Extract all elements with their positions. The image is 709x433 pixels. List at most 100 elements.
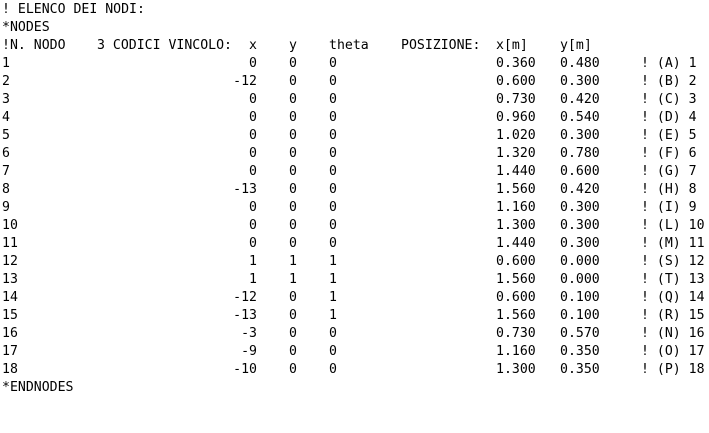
- node-number: 13: [2, 272, 18, 287]
- node-number: 1: [2, 56, 10, 71]
- node-comment: ! (D) 4: [641, 110, 697, 125]
- pos-y: 0.300: [560, 236, 600, 251]
- code-theta: 0: [329, 146, 337, 161]
- code-x: -13: [233, 182, 257, 197]
- col-ym-header: y[m]: [560, 38, 592, 53]
- pos-x: 0.600: [496, 254, 536, 269]
- pos-y: 0.300: [560, 74, 600, 89]
- node-row: 16 -3 0 0 0.730 0.570 ! (N) 16: [0, 325, 709, 343]
- pos-y: 0.300: [560, 218, 600, 233]
- node-number: 15: [2, 308, 18, 323]
- code-theta: 1: [329, 290, 337, 305]
- node-number: 4: [2, 110, 10, 125]
- code-theta: 0: [329, 74, 337, 89]
- node-number: 6: [2, 146, 10, 161]
- node-comment: ! (B) 2: [641, 74, 697, 89]
- node-row: 12 1 1 1 0.600 0.000 ! (S) 12: [0, 253, 709, 271]
- node-row: 17 -9 0 0 1.160 0.350 ! (O) 17: [0, 343, 709, 361]
- code-y: 0: [289, 182, 297, 197]
- node-row: 8 -13 0 0 1.560 0.420 ! (H) 8: [0, 181, 709, 199]
- pos-y: 0.420: [560, 182, 600, 197]
- pos-x: 0.730: [496, 326, 536, 341]
- code-theta: 1: [329, 272, 337, 287]
- node-comment: ! (T) 13: [641, 272, 705, 287]
- code-x: -12: [233, 290, 257, 305]
- node-comment: ! (R) 15: [641, 308, 705, 323]
- pos-x: 1.320: [496, 146, 536, 161]
- node-number: 2: [2, 74, 10, 89]
- node-row: 9 0 0 0 1.160 0.300 ! (I) 9: [0, 199, 709, 217]
- pos-y: 0.300: [560, 200, 600, 215]
- code-theta: 0: [329, 92, 337, 107]
- node-number: 8: [2, 182, 10, 197]
- code-y: 0: [289, 218, 297, 233]
- node-number: 9: [2, 200, 10, 215]
- col-theta-header: theta: [329, 38, 369, 53]
- node-comment: ! (S) 12: [641, 254, 705, 269]
- pos-x: 1.160: [496, 200, 536, 215]
- code-theta: 0: [329, 128, 337, 143]
- code-theta: 0: [329, 56, 337, 71]
- code-y: 0: [289, 344, 297, 359]
- code-y: 1: [289, 272, 297, 287]
- code-theta: 0: [329, 218, 337, 233]
- node-row: 4 0 0 0 0.960 0.540 ! (D) 4: [0, 109, 709, 127]
- pos-x: 0.600: [496, 74, 536, 89]
- node-number: 3: [2, 92, 10, 107]
- node-number: 5: [2, 128, 10, 143]
- endnodes-keyword-line: *ENDNODES: [0, 379, 73, 397]
- node-comment: ! (N) 16: [641, 326, 705, 341]
- nodes-keyword: *NODES: [2, 20, 50, 35]
- pos-x: 1.440: [496, 164, 536, 179]
- code-y: 0: [289, 110, 297, 125]
- code-x: 0: [249, 236, 257, 251]
- node-row: 7 0 0 0 1.440 0.600 ! (G) 7: [0, 163, 709, 181]
- node-number: 16: [2, 326, 18, 341]
- comment-line: ! ELENCO DEI NODI:: [0, 1, 145, 19]
- code-y: 0: [289, 74, 297, 89]
- node-row: 14 -12 0 1 0.600 0.100 ! (Q) 14: [0, 289, 709, 307]
- code-theta: 1: [329, 254, 337, 269]
- node-comment: ! (Q) 14: [641, 290, 705, 305]
- code-x: 1: [249, 254, 257, 269]
- code-y: 0: [289, 164, 297, 179]
- pos-y: 0.600: [560, 164, 600, 179]
- code-y: 1: [289, 254, 297, 269]
- pos-y: 0.100: [560, 308, 600, 323]
- node-row: 1 0 0 0 0.360 0.480 ! (A) 1: [0, 55, 709, 73]
- pos-x: 1.020: [496, 128, 536, 143]
- code-theta: 0: [329, 344, 337, 359]
- node-row: 2 -12 0 0 0.600 0.300 ! (B) 2: [0, 73, 709, 91]
- comment-text: ! ELENCO DEI NODI:: [2, 2, 145, 17]
- code-y: 0: [289, 290, 297, 305]
- nodes-keyword-line: *NODES: [0, 19, 50, 37]
- code-y: 0: [289, 56, 297, 71]
- node-row: 5 0 0 0 1.020 0.300 ! (E) 5: [0, 127, 709, 145]
- code-theta: 0: [329, 326, 337, 341]
- col-y-header: y: [289, 38, 297, 53]
- code-x: 0: [249, 92, 257, 107]
- code-theta: 1: [329, 308, 337, 323]
- code-y: 0: [289, 362, 297, 377]
- code-y: 0: [289, 146, 297, 161]
- code-x: 0: [249, 56, 257, 71]
- pos-x: 0.730: [496, 92, 536, 107]
- pos-y: 0.570: [560, 326, 600, 341]
- code-x: 0: [249, 218, 257, 233]
- col-position-header: POSIZIONE:: [401, 38, 481, 53]
- pos-x: 1.300: [496, 218, 536, 233]
- code-y: 0: [289, 236, 297, 251]
- node-comment: ! (I) 9: [641, 200, 697, 215]
- pos-x: 0.600: [496, 290, 536, 305]
- code-x: 1: [249, 272, 257, 287]
- code-x: 0: [249, 128, 257, 143]
- pos-y: 0.420: [560, 92, 600, 107]
- node-comment: ! (P) 18: [641, 362, 705, 377]
- pos-y: 0.540: [560, 110, 600, 125]
- node-row: 3 0 0 0 0.730 0.420 ! (C) 3: [0, 91, 709, 109]
- code-x: 0: [249, 146, 257, 161]
- node-comment: ! (F) 6: [641, 146, 697, 161]
- code-x: 0: [249, 164, 257, 179]
- text-editor[interactable]: ! ELENCO DEI NODI: *NODES !N. NODO 3 COD…: [0, 0, 709, 400]
- code-theta: 0: [329, 182, 337, 197]
